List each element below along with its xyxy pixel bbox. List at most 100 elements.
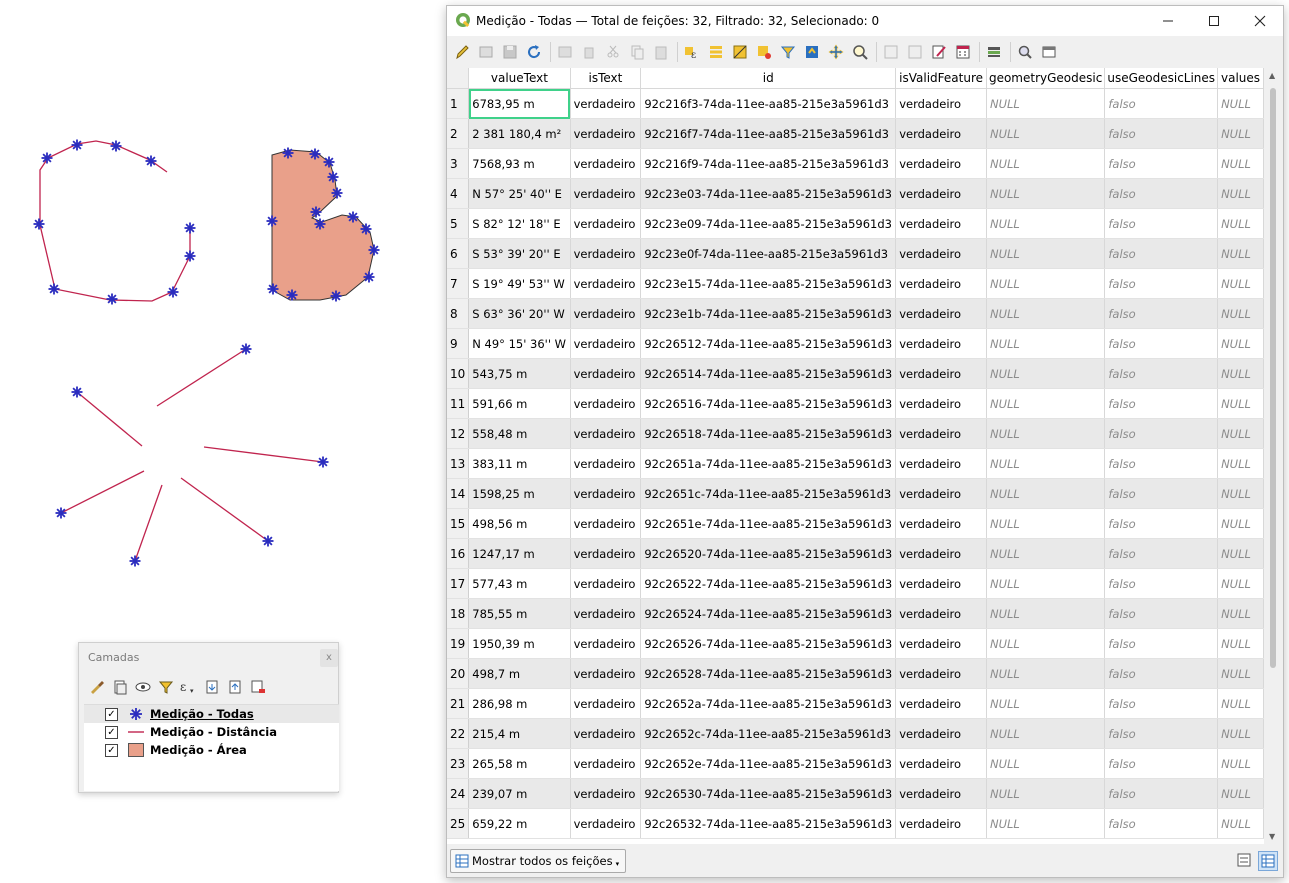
table-cell[interactable]: 2 381 180,4 m² [468,118,571,149]
table-cell[interactable]: 92c216f3-74da-11ee-aa85-215e3a5961d3 [640,88,897,119]
table-cell[interactable]: verdadeiro [570,538,642,569]
table-cell[interactable]: 92c23e03-74da-11ee-aa85-215e3a5961d3 [640,178,897,209]
table-cell[interactable]: verdadeiro [570,598,642,629]
table-row[interactable]: 11 591,66 m verdadeiro 92c26516-74da-11ee-a… [447,388,1264,419]
table-cell[interactable]: 1247,17 m [468,538,571,569]
title-bar[interactable]: Medição - Todas — Total de feições: 32, … [447,6,1283,36]
table-cell[interactable]: N 57° 25' 40'' E [468,178,571,209]
table-cell[interactable]: N 49° 15' 36'' W [468,328,571,359]
table-cell[interactable]: falso [1104,538,1219,569]
table-cell[interactable]: NULL [1217,418,1264,449]
row-number[interactable]: 13 [447,448,470,479]
area-polygon[interactable] [271,149,375,301]
table-cell[interactable]: NULL [1217,148,1264,179]
point-marker[interactable] [314,218,326,230]
table-cell[interactable]: 92c26528-74da-11ee-aa85-215e3a5961d3 [640,658,897,689]
table-row[interactable]: 5S 82° 12' 18'' Everdadeiro 92c23e09-74da… [447,208,1264,239]
table-cell[interactable]: falso [1104,478,1219,509]
table-cell[interactable]: NULL [1217,808,1264,839]
table-cell[interactable]: falso [1104,268,1219,299]
table-cell[interactable]: falso [1104,778,1219,809]
row-number[interactable]: 25 [447,808,470,839]
point-marker[interactable] [129,555,141,567]
table-row[interactable]: 8S 63° 36' 20'' Wverdadeiro 92c23e1b-74da… [447,298,1264,329]
table-cell[interactable]: falso [1104,688,1219,719]
table-cell[interactable]: verdadeiro [570,88,642,119]
table-cell[interactable]: falso [1104,628,1219,659]
table-cell[interactable]: 1950,39 m [468,628,571,659]
point-marker[interactable] [71,386,83,398]
table-cell[interactable]: falso [1104,328,1219,359]
table-row[interactable]: 12 558,48 m verdadeiro 92c26518-74da-11ee-a… [447,418,1264,449]
move-selection-top-icon[interactable] [802,42,822,62]
table-cell[interactable]: falso [1104,748,1219,779]
style-brush-icon[interactable] [87,677,107,697]
table-view-icon[interactable] [1258,851,1278,871]
table-cell[interactable]: falso [1104,388,1219,419]
table-cell[interactable]: NULL [1217,178,1264,209]
deselect-all-icon[interactable] [754,42,774,62]
row-number[interactable]: 11 [447,388,470,419]
table-cell[interactable]: verdadeiro [895,208,987,239]
table-cell[interactable]: NULL [986,628,1106,659]
table-cell[interactable]: verdadeiro [570,388,642,419]
table-cell[interactable]: verdadeiro [895,478,987,509]
table-row[interactable]: 6S 53° 39' 20'' Everdadeiro 92c23e0f-74da… [447,238,1264,269]
table-cell[interactable]: NULL [986,568,1106,599]
vertical-scrollbar[interactable]: ▲ ▼ [1265,68,1282,844]
table-cell[interactable]: NULL [986,328,1106,359]
point-marker[interactable] [309,148,321,160]
row-number[interactable]: 20 [447,658,470,689]
table-row[interactable]: 21 286,98 m verdadeiro 92c2652a-74da-11ee-a… [447,688,1264,719]
table-cell[interactable]: verdadeiro [895,658,987,689]
table-cell[interactable]: verdadeiro [895,628,987,659]
point-marker[interactable] [184,250,196,262]
table-cell[interactable]: falso [1104,658,1219,689]
reload-icon[interactable] [524,42,544,62]
table-cell[interactable]: 92c23e09-74da-11ee-aa85-215e3a5961d3 [640,208,897,239]
table-cell[interactable]: 92c26526-74da-11ee-aa85-215e3a5961d3 [640,628,897,659]
point-marker[interactable] [286,289,298,301]
table-cell[interactable]: NULL [1217,568,1264,599]
table-row[interactable]: 1 6783,95 m verdadeiro 92c216f3-74da-11ee-a… [447,88,1264,119]
scroll-up-arrow-icon[interactable]: ▲ [1269,71,1275,80]
row-number[interactable]: 23 [447,748,470,779]
point-marker[interactable] [262,535,274,547]
table-row[interactable]: 22 381 180,4 m² verdadeiro 92c216f7-74da-1… [447,118,1264,149]
point-marker[interactable] [360,223,372,235]
table-cell[interactable]: NULL [1217,718,1264,749]
row-number[interactable]: 4 [447,178,470,209]
row-number[interactable]: 12 [447,418,470,449]
table-cell[interactable]: verdadeiro [895,688,987,719]
row-number[interactable]: 18 [447,598,470,629]
layer-visibility-checkbox[interactable]: ✓ [105,707,118,721]
table-cell[interactable]: 92c2651e-74da-11ee-aa85-215e3a5961d3 [640,508,897,539]
column-header[interactable]: values [1217,68,1264,89]
table-cell[interactable]: NULL [986,598,1106,629]
table-cell[interactable]: verdadeiro [895,148,987,179]
point-marker[interactable] [106,293,118,305]
point-marker[interactable] [282,147,294,159]
table-row[interactable]: 14 1598,25 m verdadeiro 92c2651c-74da-11ee-… [447,478,1264,509]
table-cell[interactable]: verdadeiro [895,508,987,539]
table-cell[interactable]: 265,58 m [468,748,571,779]
conditional-formatting-icon[interactable] [984,42,1004,62]
point-marker[interactable] [33,218,45,230]
table-cell[interactable]: falso [1104,448,1219,479]
table-cell[interactable]: falso [1104,598,1219,629]
table-cell[interactable]: falso [1104,568,1219,599]
table-cell[interactable]: NULL [1217,688,1264,719]
table-cell[interactable]: verdadeiro [895,328,987,359]
table-cell[interactable]: 7568,93 m [468,148,571,179]
point-marker[interactable] [331,187,343,199]
point-marker[interactable] [266,215,278,227]
table-cell[interactable]: NULL [986,718,1106,749]
point-marker[interactable] [363,271,375,283]
point-marker[interactable] [330,290,342,302]
table-cell[interactable]: S 19° 49' 53'' W [468,268,571,299]
row-number[interactable]: 24 [447,778,470,809]
table-cell[interactable]: falso [1104,718,1219,749]
add-feature-icon[interactable] [555,42,575,62]
table-cell[interactable]: verdadeiro [570,478,642,509]
table-cell[interactable]: NULL [1217,598,1264,629]
